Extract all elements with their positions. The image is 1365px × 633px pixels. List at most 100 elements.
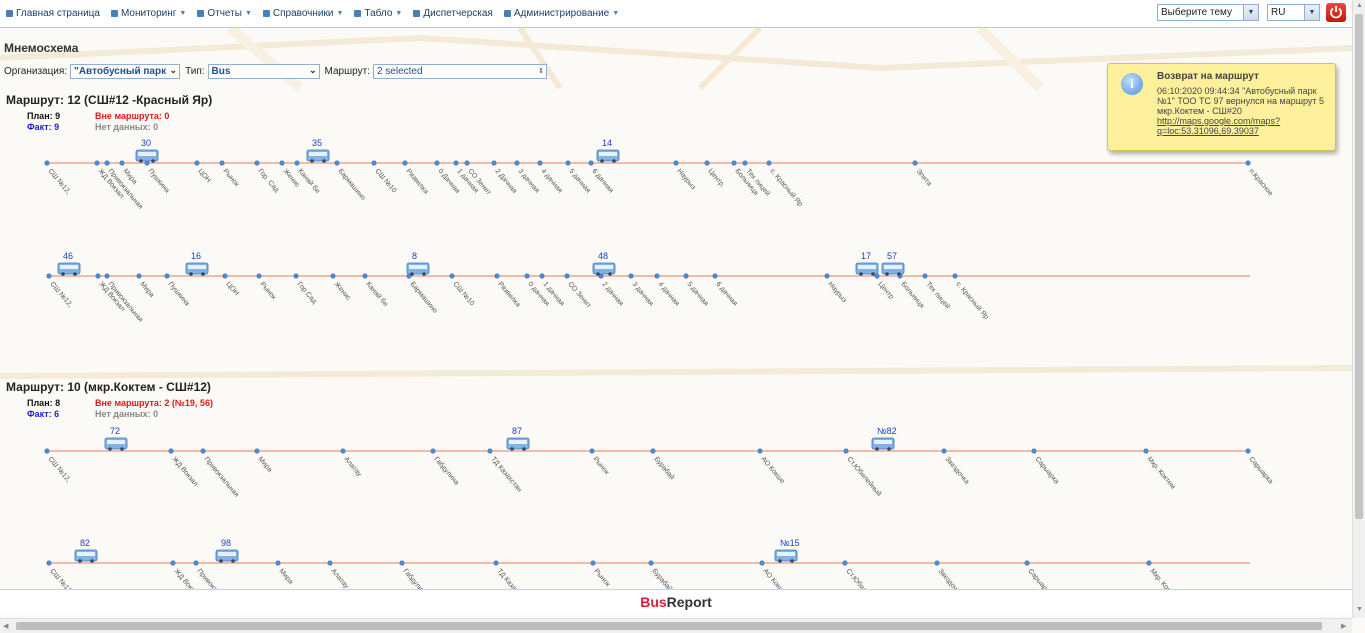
bus-icon[interactable] xyxy=(306,149,330,163)
stop-marker[interactable] xyxy=(759,560,765,566)
stop-marker[interactable] xyxy=(1024,560,1030,566)
stop-marker[interactable] xyxy=(294,160,300,166)
stop-marker[interactable] xyxy=(453,160,459,166)
scroll-down-icon[interactable]: ▼ xyxy=(1356,606,1363,613)
stop-marker[interactable] xyxy=(95,273,101,279)
stop-marker[interactable] xyxy=(704,160,710,166)
bus-icon[interactable] xyxy=(596,149,620,163)
stop-marker[interactable] xyxy=(952,273,958,279)
stop-marker[interactable] xyxy=(94,160,100,166)
bus-icon[interactable] xyxy=(215,549,239,563)
stop-marker[interactable] xyxy=(1143,448,1149,454)
stop-marker[interactable] xyxy=(1245,448,1251,454)
stop-marker[interactable] xyxy=(222,273,228,279)
stop-marker[interactable] xyxy=(683,273,689,279)
stop-marker[interactable] xyxy=(168,448,174,454)
stop-marker[interactable] xyxy=(1146,560,1152,566)
bus-icon[interactable] xyxy=(185,262,209,276)
notification-map-link[interactable]: http://maps.google.com/maps?q=loc:53.310… xyxy=(1157,116,1280,136)
stop-marker[interactable] xyxy=(514,160,520,166)
bus-icon[interactable] xyxy=(592,262,616,276)
stop-marker[interactable] xyxy=(766,160,772,166)
stop-marker[interactable] xyxy=(628,273,634,279)
stop-marker[interactable] xyxy=(648,560,654,566)
bus-icon[interactable] xyxy=(855,262,879,276)
stop-marker[interactable] xyxy=(487,448,493,454)
stop-marker[interactable] xyxy=(539,273,545,279)
stop-marker[interactable] xyxy=(293,273,299,279)
stop-marker[interactable] xyxy=(1245,160,1251,166)
vertical-scroll-thumb[interactable] xyxy=(1355,14,1363,519)
scroll-right-icon[interactable]: ▶ xyxy=(1341,622,1346,630)
stop-marker[interactable] xyxy=(493,560,499,566)
stop-marker[interactable] xyxy=(564,273,570,279)
stop-marker[interactable] xyxy=(1031,448,1037,454)
notification-popup[interactable]: i Возврат на маршрут 06:10:2020 09:44:34… xyxy=(1107,63,1336,151)
stop-marker[interactable] xyxy=(46,273,52,279)
stop-marker[interactable] xyxy=(279,160,285,166)
bus-icon[interactable] xyxy=(774,549,798,563)
stop-marker[interactable] xyxy=(44,448,50,454)
bus-icon[interactable] xyxy=(57,262,81,276)
bus-icon[interactable] xyxy=(135,149,159,163)
stop-marker[interactable] xyxy=(464,160,470,166)
bus-icon[interactable] xyxy=(74,549,98,563)
stop-marker[interactable] xyxy=(673,160,679,166)
stop-marker[interactable] xyxy=(449,273,455,279)
vertical-scrollbar[interactable]: ▲ ▼ xyxy=(1352,0,1365,618)
stop-marker[interactable] xyxy=(334,160,340,166)
bus-icon[interactable] xyxy=(881,262,905,276)
stop-marker[interactable] xyxy=(712,273,718,279)
stop-marker[interactable] xyxy=(371,160,377,166)
stop-marker[interactable] xyxy=(194,160,200,166)
stop-marker[interactable] xyxy=(256,273,262,279)
stop-marker[interactable] xyxy=(742,160,748,166)
horizontal-scrollbar[interactable]: ◀ ▶ xyxy=(0,618,1352,633)
stop-marker[interactable] xyxy=(588,160,594,166)
stop-marker[interactable] xyxy=(430,448,436,454)
stop-marker[interactable] xyxy=(922,273,928,279)
bus-icon[interactable] xyxy=(104,437,128,451)
bus-icon[interactable] xyxy=(406,262,430,276)
stop-marker[interactable] xyxy=(193,560,199,566)
stop-marker[interactable] xyxy=(254,160,260,166)
stop-marker[interactable] xyxy=(330,273,336,279)
stop-marker[interactable] xyxy=(362,273,368,279)
stop-marker[interactable] xyxy=(654,273,660,279)
scroll-left-icon[interactable]: ◀ xyxy=(3,622,8,630)
stop-marker[interactable] xyxy=(136,273,142,279)
stop-marker[interactable] xyxy=(402,160,408,166)
stop-marker[interactable] xyxy=(650,448,656,454)
stop-marker[interactable] xyxy=(327,560,333,566)
stop-marker[interactable] xyxy=(104,273,110,279)
stop-marker[interactable] xyxy=(843,448,849,454)
stop-marker[interactable] xyxy=(842,560,848,566)
bus-icon[interactable] xyxy=(871,437,895,451)
stop-marker[interactable] xyxy=(104,160,110,166)
stop-marker[interactable] xyxy=(119,160,125,166)
stop-marker[interactable] xyxy=(254,448,260,454)
stop-marker[interactable] xyxy=(589,448,595,454)
stop-marker[interactable] xyxy=(170,560,176,566)
stop-marker[interactable] xyxy=(491,160,497,166)
stop-marker[interactable] xyxy=(44,160,50,166)
stop-marker[interactable] xyxy=(200,448,206,454)
stop-marker[interactable] xyxy=(824,273,830,279)
bus-icon[interactable] xyxy=(506,437,530,451)
stop-marker[interactable] xyxy=(494,273,500,279)
horizontal-scroll-thumb[interactable] xyxy=(16,622,1322,630)
stop-marker[interactable] xyxy=(731,160,737,166)
stop-marker[interactable] xyxy=(524,273,530,279)
stop-marker[interactable] xyxy=(934,560,940,566)
stop-marker[interactable] xyxy=(399,560,405,566)
stop-marker[interactable] xyxy=(757,448,763,454)
stop-marker[interactable] xyxy=(590,560,596,566)
stop-marker[interactable] xyxy=(912,160,918,166)
stop-marker[interactable] xyxy=(537,160,543,166)
stop-marker[interactable] xyxy=(434,160,440,166)
stop-marker[interactable] xyxy=(275,560,281,566)
stop-marker[interactable] xyxy=(565,160,571,166)
stop-marker[interactable] xyxy=(941,448,947,454)
stop-marker[interactable] xyxy=(340,448,346,454)
stop-marker[interactable] xyxy=(164,273,170,279)
